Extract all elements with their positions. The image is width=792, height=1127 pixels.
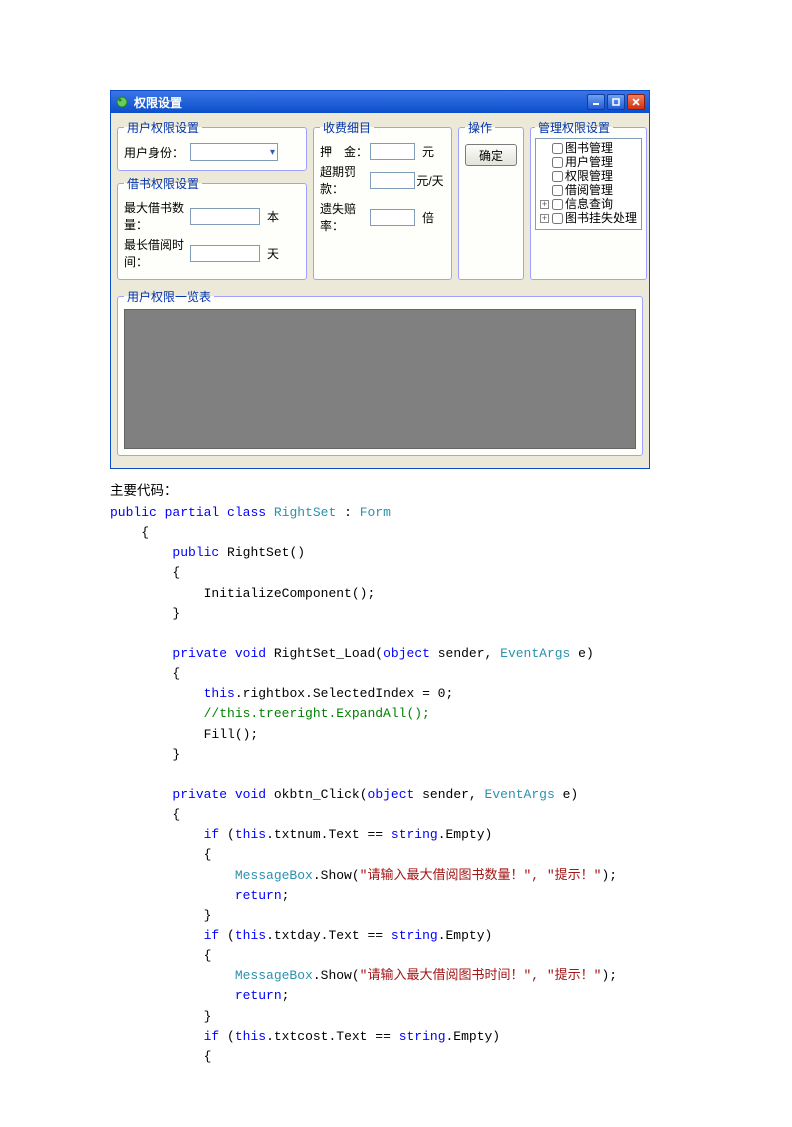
tree-checkbox[interactable]: [552, 213, 563, 224]
txtfine-input[interactable]: [370, 172, 415, 189]
tree-checkbox[interactable]: [552, 157, 563, 168]
code-caption: 主要代码：: [110, 479, 682, 499]
group-user-right: 用户权限设置 用户身份： ▾: [117, 119, 307, 171]
rightset-window: 权限设置 用户权限设置 用户身份： ▾ 借书权限设置 最大借书数: [110, 90, 650, 469]
rights-treeview[interactable]: 图书管理 用户管理 权限管理 借阅管理 + 信息查询 + 图书挂失处理: [535, 138, 642, 230]
unit-ben: 本: [260, 208, 286, 225]
tree-item[interactable]: 用户管理: [540, 155, 637, 169]
group-admin-legend: 管理权限设置: [535, 119, 613, 136]
txtlost-input[interactable]: [370, 209, 415, 226]
app-icon: [115, 95, 129, 109]
group-fee: 收费细目 押 金： 元 超期罚款： 元/天 遗失赔率： 倍: [313, 119, 452, 280]
label-fine: 超期罚款：: [320, 163, 370, 197]
expand-icon[interactable]: +: [540, 214, 549, 223]
close-button[interactable]: [627, 94, 645, 110]
group-op: 操作 确定: [458, 119, 524, 280]
code-block: public partial class RightSet : Form { p…: [110, 503, 682, 1067]
unit-bei: 倍: [415, 209, 441, 226]
tree-label: 用户管理: [565, 155, 613, 169]
identity-combo[interactable]: ▾: [190, 143, 278, 161]
group-list: 用户权限一览表: [117, 288, 643, 456]
group-admin: 管理权限设置 图书管理 用户管理 权限管理 借阅管理 + 信息查询 + 图书挂失处理: [530, 119, 647, 280]
tree-label: 信息查询: [565, 197, 613, 211]
group-borrow: 借书权限设置 最大借书数量： 本 最长借阅时间： 天: [117, 175, 307, 280]
label-maxday: 最长借阅时间：: [124, 236, 190, 270]
maximize-button[interactable]: [607, 94, 625, 110]
chevron-down-icon: ▾: [270, 147, 275, 158]
tree-checkbox[interactable]: [552, 143, 563, 154]
group-borrow-legend: 借书权限设置: [124, 175, 202, 192]
tree-item[interactable]: 借阅管理: [540, 183, 637, 197]
group-fee-legend: 收费细目: [320, 119, 374, 136]
txtday-input[interactable]: [190, 245, 260, 262]
tree-item[interactable]: + 图书挂失处理: [540, 211, 637, 225]
tree-item[interactable]: 权限管理: [540, 169, 637, 183]
tree-label: 权限管理: [565, 169, 613, 183]
rights-grid[interactable]: [124, 309, 636, 449]
unit-tian: 天: [260, 245, 286, 262]
tree-item[interactable]: + 信息查询: [540, 197, 637, 211]
tree-label: 图书挂失处理: [565, 211, 637, 225]
unit-yuan: 元: [415, 143, 441, 160]
txtnum-input[interactable]: [190, 208, 260, 225]
txtdeposit-input[interactable]: [370, 143, 415, 160]
tree-label: 借阅管理: [565, 183, 613, 197]
group-user-right-legend: 用户权限设置: [124, 119, 202, 136]
ok-button[interactable]: 确定: [465, 144, 517, 166]
minimize-button[interactable]: [587, 94, 605, 110]
expand-icon[interactable]: +: [540, 200, 549, 209]
tree-checkbox[interactable]: [552, 171, 563, 182]
group-op-legend: 操作: [465, 119, 495, 136]
tree-item[interactable]: 图书管理: [540, 141, 637, 155]
label-identity: 用户身份：: [124, 144, 190, 161]
tree-checkbox[interactable]: [552, 199, 563, 210]
label-lost: 遗失赔率：: [320, 200, 370, 234]
window-title: 权限设置: [134, 94, 587, 111]
group-list-legend: 用户权限一览表: [124, 288, 214, 305]
tree-label: 图书管理: [565, 141, 613, 155]
unit-yuan-day: 元/天: [415, 172, 445, 189]
tree-checkbox[interactable]: [552, 185, 563, 196]
window-buttons: [587, 94, 645, 110]
titlebar[interactable]: 权限设置: [111, 91, 649, 113]
label-maxnum: 最大借书数量：: [124, 199, 190, 233]
client-area: 用户权限设置 用户身份： ▾ 借书权限设置 最大借书数量： 本 最长借阅时间：: [111, 113, 649, 468]
label-deposit: 押 金：: [320, 143, 370, 160]
